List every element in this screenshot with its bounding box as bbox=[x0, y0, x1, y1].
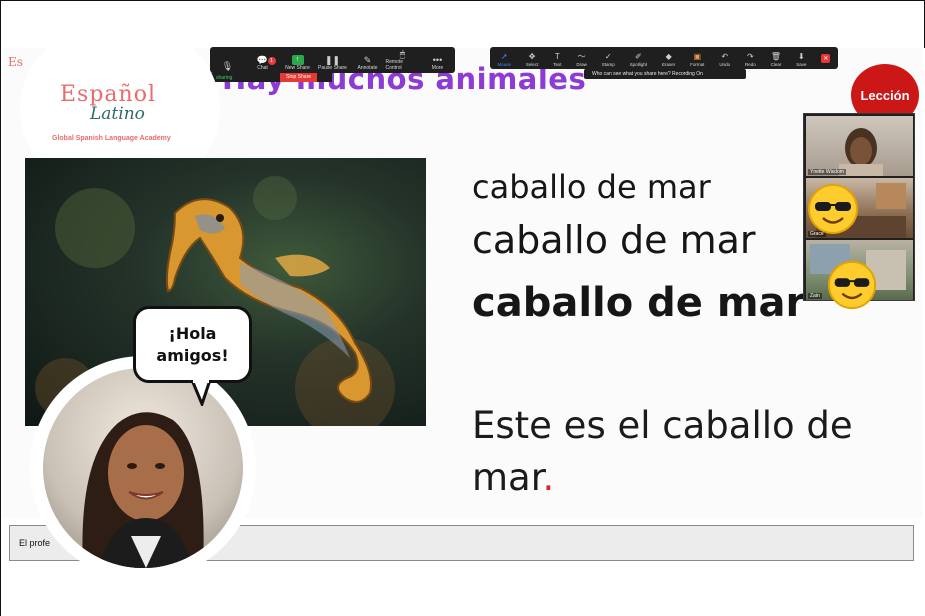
example-sentence: Este es el caballo de mar. bbox=[472, 400, 892, 504]
new-share-label: New Share bbox=[285, 65, 310, 71]
new-share-button[interactable]: ↑ New Share bbox=[281, 55, 315, 71]
annotate-label: Annotate bbox=[357, 65, 378, 71]
speech-line-2: amigos! bbox=[156, 345, 229, 365]
annot-redo-label: Redo bbox=[744, 62, 756, 67]
sentence-period: . bbox=[542, 456, 555, 499]
format-icon: ▣ bbox=[693, 52, 702, 61]
annotation-toolbar: ➚ Mouse ✥ Select T Text 〜 Draw ✓ Stamp ✐… bbox=[490, 47, 838, 69]
annotate-button[interactable]: ✎ Annotate bbox=[351, 55, 385, 71]
sunglasses-emoji-icon bbox=[808, 184, 858, 234]
annot-spotlight-button[interactable]: ✐ Spotlight bbox=[630, 52, 648, 67]
zoom-share-toolbar: 🎙 💬 1 Chat ↑ New Share ❚❚ Pause Share ✎ … bbox=[210, 47, 455, 73]
word-regular: caballo de mar bbox=[472, 168, 711, 206]
annot-eraser-label: Eraser bbox=[662, 62, 676, 67]
sentence-text: Este es el caballo de mar bbox=[472, 404, 853, 499]
recording-notice[interactable]: Who can see what you share here? Recordi… bbox=[584, 69, 746, 79]
participant-video bbox=[839, 128, 883, 176]
speech-bubble-tail bbox=[190, 380, 212, 406]
participant-name: Zain bbox=[808, 293, 822, 299]
annot-format-label: Format bbox=[690, 62, 705, 67]
spotlight-icon: ✐ bbox=[635, 52, 642, 61]
annot-redo-button[interactable]: ↷ Redo bbox=[745, 52, 756, 67]
more-button[interactable]: ••• More bbox=[421, 55, 455, 71]
chat-label: Chat bbox=[257, 65, 268, 71]
stamp-icon: ✓ bbox=[604, 52, 612, 61]
close-icon[interactable]: ✕ bbox=[821, 54, 831, 63]
new-share-icon: ↑ bbox=[291, 55, 304, 65]
undo-icon: ↶ bbox=[721, 52, 729, 61]
annot-spotlight-label: Spotlight bbox=[629, 62, 648, 67]
participant-name: Ynette Wisdom bbox=[808, 169, 846, 175]
more-label: More bbox=[431, 65, 444, 71]
chat-icon: 💬 bbox=[256, 55, 269, 65]
mic-icon: 🎙 bbox=[221, 61, 234, 71]
speech-line-1: ¡Hola bbox=[168, 323, 217, 343]
annot-mouse-label: Mouse bbox=[497, 62, 511, 67]
annot-text-label: Text bbox=[553, 62, 562, 67]
save-icon: ⬇ bbox=[798, 52, 805, 61]
annotate-icon: ✎ bbox=[363, 55, 372, 65]
word-large: caballo de mar bbox=[472, 218, 756, 262]
sharing-status: sharing bbox=[216, 74, 233, 81]
remote-control-label: Remote Control bbox=[385, 59, 404, 71]
text-icon: T bbox=[554, 52, 560, 61]
chat-message: El profe bbox=[19, 538, 51, 548]
annot-text-button[interactable]: T Text bbox=[553, 52, 561, 67]
pause-share-label: Pause Share bbox=[318, 65, 347, 71]
logo-corner-text: Es bbox=[8, 55, 23, 69]
chat-badge: 1 bbox=[267, 57, 276, 65]
stop-share-button[interactable]: Stop Share bbox=[280, 73, 318, 82]
speech-bubble: ¡Hola amigos! bbox=[133, 306, 252, 383]
annot-draw-button[interactable]: 〜 Draw bbox=[576, 52, 587, 67]
annot-select-label: Select bbox=[525, 62, 539, 67]
annot-undo-label: Undo bbox=[719, 62, 731, 67]
eraser-icon: ◆ bbox=[665, 52, 672, 61]
chat-button[interactable]: 💬 1 Chat bbox=[246, 55, 280, 71]
annot-eraser-button[interactable]: ◆ Eraser bbox=[662, 52, 675, 67]
annot-select-button[interactable]: ✥ Select bbox=[526, 52, 539, 67]
annot-clear-button[interactable]: 🗑 Clear bbox=[771, 52, 782, 67]
annot-stamp-label: Stamp bbox=[601, 62, 615, 67]
remote-control-button[interactable]: 🖱 Remote Control bbox=[386, 49, 420, 71]
redo-icon: ↷ bbox=[746, 52, 754, 61]
more-icon: ••• bbox=[432, 55, 443, 65]
participant-tile[interactable]: Ynette Wisdom bbox=[806, 116, 913, 176]
pause-icon: ❚❚ bbox=[324, 55, 341, 65]
sunglasses-emoji-icon bbox=[827, 260, 877, 310]
annot-clear-label: Clear bbox=[770, 62, 782, 67]
annot-draw-label: Draw bbox=[576, 62, 587, 67]
remote-control-icon: 🖱 bbox=[399, 49, 406, 59]
mic-button[interactable]: 🎙 bbox=[211, 61, 245, 71]
draw-icon: 〜 bbox=[577, 52, 586, 61]
pause-share-button[interactable]: ❚❚ Pause Share bbox=[316, 55, 350, 71]
logo-tagline: Global Spanish Language Academy bbox=[52, 135, 171, 142]
word-bold: caballo de mar bbox=[472, 280, 806, 326]
share-status-strip: sharing Stop Share bbox=[210, 73, 332, 82]
annot-stamp-button[interactable]: ✓ Stamp bbox=[602, 52, 615, 67]
window-border-top bbox=[0, 0, 925, 1]
annot-mouse-button[interactable]: ➚ Mouse bbox=[497, 52, 511, 67]
annot-save-button[interactable]: ⬇ Save bbox=[796, 52, 806, 67]
window-border-left bbox=[0, 0, 1, 616]
logo-subtitle: Latino bbox=[90, 104, 145, 124]
mouse-icon: ➚ bbox=[500, 52, 508, 61]
annot-format-button[interactable]: ▣ Format bbox=[690, 52, 704, 67]
select-icon: ✥ bbox=[528, 52, 536, 61]
zoom-window: Hay muchos animales 🎙 💬 1 Chat ↑ New Sha… bbox=[0, 0, 925, 616]
annot-undo-button[interactable]: ↶ Undo bbox=[719, 52, 730, 67]
annot-save-label: Save bbox=[796, 62, 807, 67]
clear-icon: 🗑 bbox=[770, 52, 782, 61]
